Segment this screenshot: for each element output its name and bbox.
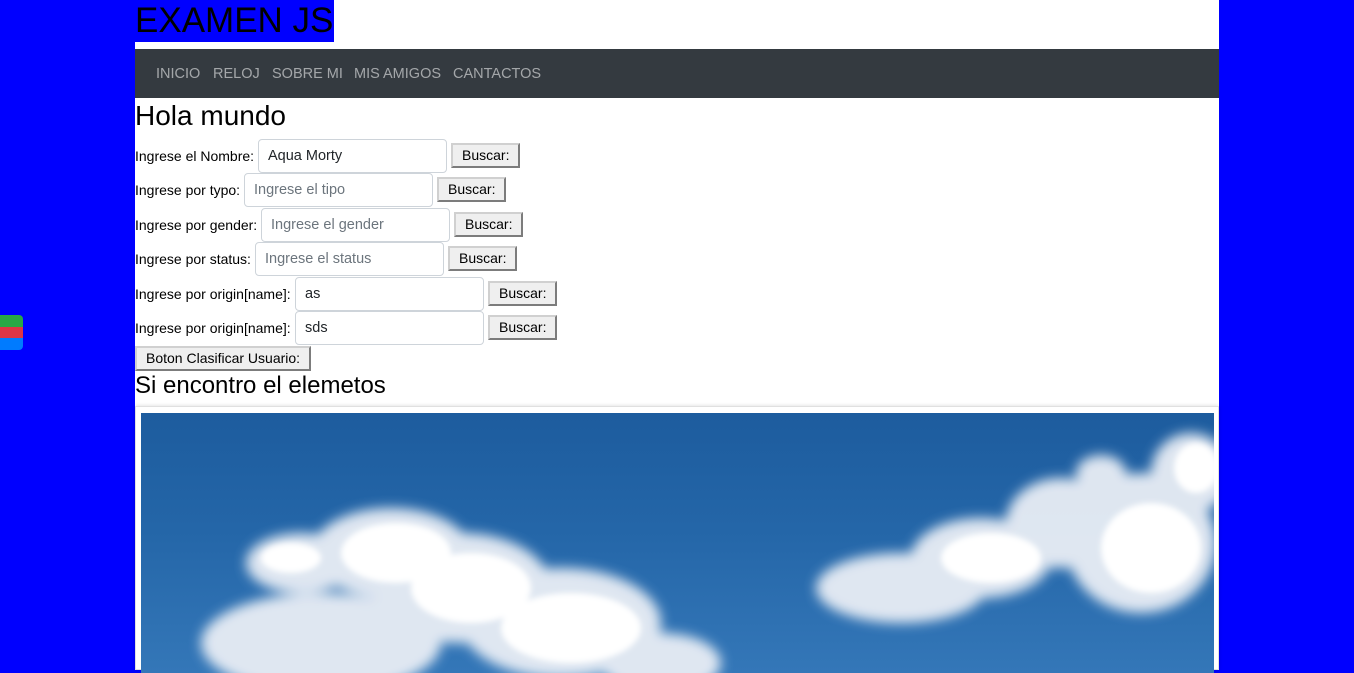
search-row-nombre: Ingrese el Nombre: Buscar: [135, 139, 835, 173]
page-heading: Hola mundo [135, 100, 286, 131]
widget-stripe-green [0, 315, 23, 327]
clouds-graphic [201, 433, 1214, 673]
status-input[interactable] [255, 242, 444, 276]
page-container: EXAMEN JS INICIO RELOJ SOBRE MI MIS AMIG… [135, 0, 1219, 673]
origin-input-2[interactable] [295, 311, 484, 345]
typo-label: Ingrese por typo: [135, 182, 241, 198]
clasificar-usuario-button[interactable]: Boton Clasificar Usuario: [135, 346, 312, 371]
buscar-typo-button[interactable]: Buscar: [437, 177, 507, 202]
origin-input-1[interactable] [295, 277, 484, 311]
buscar-origin-button-2[interactable]: Buscar: [488, 315, 558, 340]
origin-label-1: Ingrese por origin[name]: [135, 286, 291, 302]
gender-label: Ingrese por gender: [135, 217, 258, 233]
buscar-origin-button-1[interactable]: Buscar: [488, 281, 558, 306]
search-row-origin-1: Ingrese por origin[name]: Buscar: [135, 277, 835, 311]
side-widget-tab[interactable] [0, 315, 23, 350]
nombre-label: Ingrese el Nombre: [135, 148, 255, 164]
nav-item-cantactos[interactable]: CANTACTOS [453, 49, 541, 98]
status-label: Ingrese por status: [135, 251, 251, 267]
result-image-frame [135, 406, 1219, 673]
buscar-status-button[interactable]: Buscar: [448, 246, 518, 271]
nombre-input[interactable] [258, 139, 447, 173]
origin-label-2: Ingrese por origin[name]: [135, 320, 291, 336]
search-row-origin-2: Ingrese por origin[name]: Buscar: [135, 311, 835, 345]
sky-clouds-image [141, 413, 1214, 673]
search-row-gender: Ingrese por gender: Buscar: [135, 208, 835, 242]
typo-input[interactable] [244, 173, 433, 207]
nav-item-sobre-mi[interactable]: SOBRE MI [272, 49, 343, 98]
buscar-nombre-button[interactable]: Buscar: [451, 143, 521, 168]
site-title: EXAMEN JS [135, 0, 335, 42]
search-row-typo: Ingrese por typo: Buscar: [135, 173, 835, 207]
nav-item-mis-amigos[interactable]: MIS AMIGOS [354, 49, 441, 98]
result-heading: Si encontro el elemetos [135, 372, 386, 399]
nav-item-reloj[interactable]: RELOJ [213, 49, 260, 98]
navbar: INICIO RELOJ SOBRE MI MIS AMIGOS CANTACT… [135, 49, 1219, 98]
widget-stripe-blue [0, 338, 23, 350]
nav-item-inicio[interactable]: INICIO [156, 49, 200, 98]
gender-input[interactable] [261, 208, 450, 242]
buscar-gender-button[interactable]: Buscar: [454, 212, 524, 237]
widget-stripe-red [0, 326, 23, 339]
search-row-status: Ingrese por status: Buscar: [135, 242, 835, 276]
